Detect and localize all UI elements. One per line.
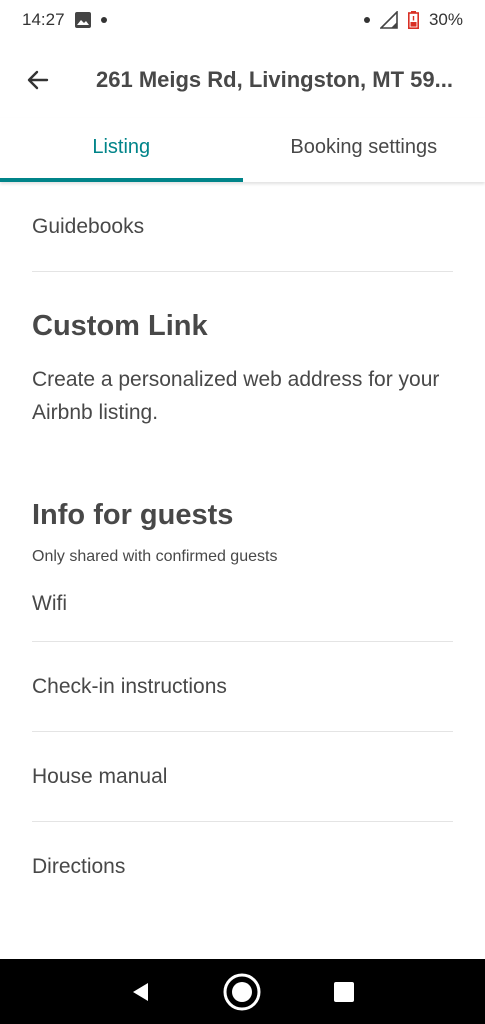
- arrow-left-icon: [27, 70, 49, 90]
- nav-back-button[interactable]: [119, 970, 163, 1014]
- square-recents-icon: [334, 981, 355, 1002]
- status-time: 14:27: [22, 10, 65, 29]
- check-in-instructions-row[interactable]: Check-in instructions: [32, 642, 453, 732]
- house-manual-row[interactable]: House manual: [32, 732, 453, 822]
- battery-percent: 30%: [428, 10, 463, 29]
- custom-link-title: Custom Link: [32, 310, 208, 342]
- listing-content: Guidebooks Custom Link Create a personal…: [32, 182, 453, 912]
- notification-dot-icon: [100, 17, 107, 23]
- back-button[interactable]: [18, 60, 58, 100]
- triangle-back-icon: [132, 982, 148, 1001]
- status-dot-icon: [363, 17, 370, 23]
- tab-bar: Listing Booking settings: [0, 118, 485, 182]
- tab-listing[interactable]: Listing: [0, 118, 243, 182]
- wifi-row[interactable]: Wifi: [32, 566, 453, 642]
- status-left: 14:27: [22, 10, 107, 30]
- custom-link-description[interactable]: Create a personalized web address for yo…: [32, 363, 453, 429]
- system-navigation-bar: [0, 959, 485, 1024]
- tab-booking-settings[interactable]: Booking settings: [243, 118, 485, 182]
- battery-icon: [407, 11, 419, 29]
- nav-recents-button[interactable]: [322, 970, 366, 1014]
- info-for-guests-title: Info for guests: [32, 499, 234, 531]
- guidebooks-row[interactable]: Guidebooks: [32, 182, 453, 272]
- app-header: 261 Meigs Rd, Livingston, MT 59...: [0, 48, 485, 112]
- circle-home-icon: [223, 973, 261, 1010]
- page-title: 261 Meigs Rd, Livingston, MT 59...: [96, 67, 453, 92]
- image-notification-icon: [74, 12, 91, 28]
- signal-icon: [379, 11, 398, 29]
- status-right: 30%: [363, 10, 463, 30]
- status-bar: 14:27 30%: [0, 0, 485, 40]
- nav-home-button[interactable]: [220, 970, 264, 1014]
- info-for-guests-subtitle: Only shared with confirmed guests: [32, 548, 278, 565]
- directions-row[interactable]: Directions: [32, 822, 453, 912]
